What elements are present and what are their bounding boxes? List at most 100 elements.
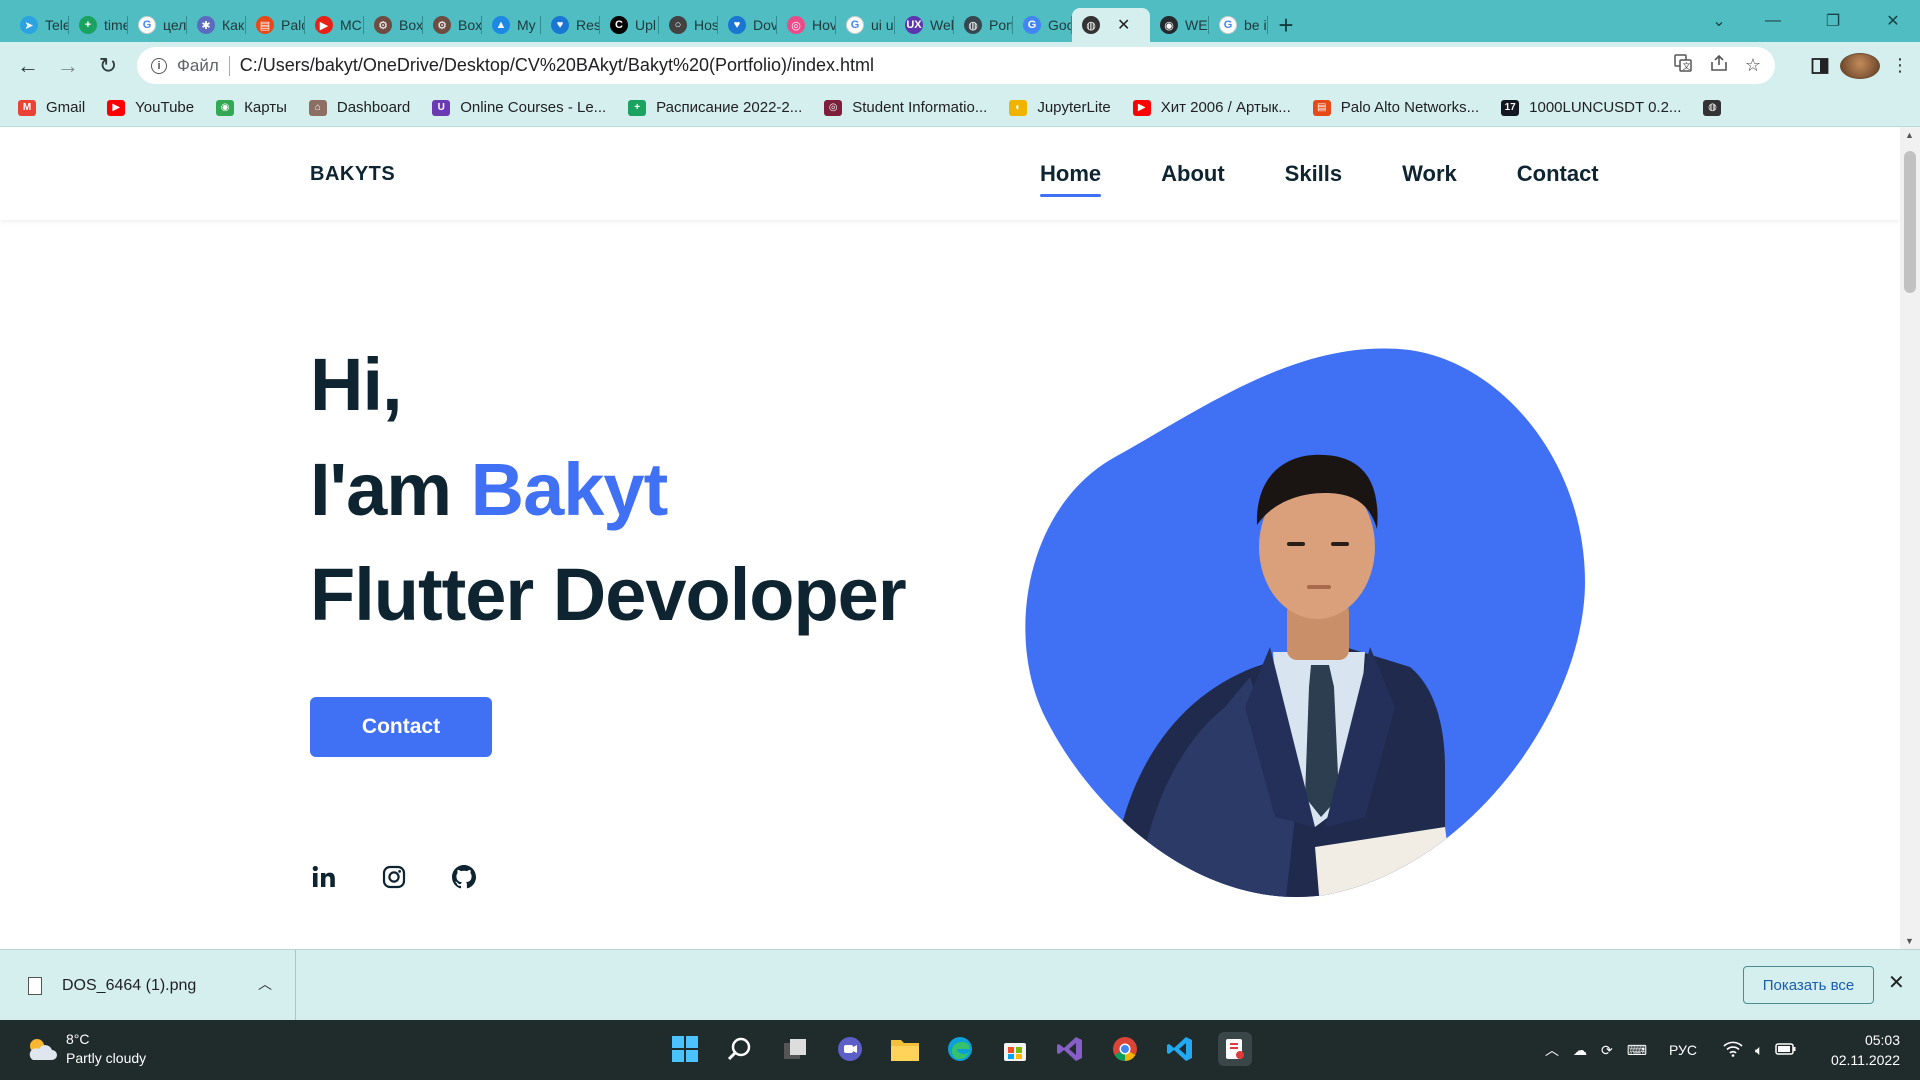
bookmark-label: YouTube: [135, 99, 195, 116]
reload-button[interactable]: ↻: [88, 46, 128, 86]
vscode-icon[interactable]: [1163, 1032, 1197, 1066]
browser-tab[interactable]: ◉ WEI: [1150, 8, 1209, 42]
browser-tab[interactable]: ⚙ Box: [364, 8, 423, 42]
close-tab-icon[interactable]: ✕: [1117, 15, 1130, 35]
tab-search-icon[interactable]: ⌄: [1696, 0, 1742, 42]
tab-title: Tele: [45, 17, 69, 33]
bookmark-label: Хит 2006 / Артык...: [1160, 99, 1291, 116]
nav-work[interactable]: Work: [1402, 161, 1457, 195]
tab-favicon-icon: ⚙: [433, 16, 451, 34]
weather-widget[interactable]: 8°C Partly cloudy: [24, 1030, 146, 1068]
browser-tab[interactable]: ➤ Tele: [10, 8, 69, 42]
scroll-up-icon[interactable]: ▲: [1905, 130, 1914, 140]
site-brand[interactable]: BAKYTS: [310, 163, 395, 186]
sync-icon[interactable]: ⟳: [1601, 1042, 1613, 1059]
share-icon[interactable]: [1709, 53, 1729, 78]
clock[interactable]: 05:03 02.11.2022: [1831, 1030, 1900, 1070]
volume-icon[interactable]: 🔈︎: [1755, 1042, 1763, 1059]
tray-overflow-icon[interactable]: ︿: [1545, 1040, 1559, 1060]
store-icon[interactable]: [998, 1032, 1032, 1066]
snipping-tool-icon[interactable]: [1218, 1032, 1252, 1066]
back-button[interactable]: ←: [8, 46, 48, 86]
address-url[interactable]: C:/Users/bakyt/OneDrive/Desktop/CV%20BAk…: [240, 55, 874, 76]
bookmark-star-icon[interactable]: ☆: [1745, 55, 1761, 76]
download-item[interactable]: DOS_6464 (1).png: [0, 950, 296, 1021]
wifi-icon[interactable]: [1723, 1041, 1743, 1060]
show-all-downloads-button[interactable]: Показать все: [1743, 966, 1874, 1004]
translate-icon[interactable]: 文: [1673, 53, 1693, 78]
bookmark-item[interactable]: ◍: [1703, 99, 1731, 116]
browser-tab[interactable]: ✱ Как: [187, 8, 246, 42]
browser-tab[interactable]: UX Wel: [895, 8, 954, 42]
bookmark-item[interactable]: ◉ Карты: [216, 99, 287, 116]
contact-button[interactable]: Contact: [310, 697, 492, 757]
browser-tab[interactable]: ◎ Hov: [777, 8, 836, 42]
browser-tab[interactable]: ▲ My: [482, 8, 541, 42]
search-icon[interactable]: [723, 1032, 757, 1066]
edge-icon[interactable]: [943, 1032, 977, 1066]
maximize-button[interactable]: ❐: [1810, 0, 1856, 42]
forward-button[interactable]: →: [48, 46, 88, 86]
browser-tab[interactable]: ♥ Dov: [718, 8, 777, 42]
file-explorer-icon[interactable]: [888, 1032, 922, 1066]
task-view-icon[interactable]: [778, 1032, 812, 1066]
page-scrollbar[interactable]: ▲ ▼: [1900, 127, 1920, 949]
close-download-bar-button[interactable]: ✕: [1888, 970, 1905, 995]
chrome-icon[interactable]: [1108, 1032, 1142, 1066]
bookmark-label: Dashboard: [336, 99, 411, 116]
onedrive-icon[interactable]: ☁: [1573, 1042, 1587, 1059]
start-button[interactable]: [668, 1032, 702, 1066]
github-icon[interactable]: [450, 863, 478, 891]
browser-tab[interactable]: ◍ Port: [954, 8, 1013, 42]
battery-icon[interactable]: [1775, 1042, 1797, 1059]
bookmark-item[interactable]: ◎ Student Informatio...: [824, 99, 987, 116]
browser-tab[interactable]: Gцел: [128, 8, 187, 42]
side-panel-icon[interactable]: [1800, 57, 1840, 75]
browser-tab[interactable]: Gui u: [836, 8, 895, 42]
nav-home[interactable]: Home: [1040, 161, 1102, 197]
tab-title: Box: [399, 17, 423, 33]
bookmark-item[interactable]: M Gmail: [18, 99, 85, 116]
linkedin-icon[interactable]: [310, 863, 338, 891]
bookmark-item[interactable]: ▤ Palo Alto Networks...: [1312, 99, 1479, 116]
bookmark-item[interactable]: ⌂ Dashboard: [308, 99, 411, 116]
close-window-button[interactable]: ✕: [1870, 0, 1916, 42]
browser-tab[interactable]: ▤ Palo: [246, 8, 305, 42]
hero-name: Bakyt: [470, 448, 669, 531]
browser-tab[interactable]: C Upl: [600, 8, 659, 42]
bookmark-item[interactable]: + Расписание 2022-2...: [628, 99, 802, 116]
bookmark-item[interactable]: ▶ YouTube: [107, 99, 194, 116]
nav-about[interactable]: About: [1161, 161, 1225, 195]
scrollbar-thumb[interactable]: [1904, 151, 1916, 293]
tab-favicon-icon: ◉: [1160, 16, 1178, 34]
browser-tab[interactable]: ♥ Res: [541, 8, 600, 42]
chevron-up-icon[interactable]: ︿: [258, 974, 272, 994]
address-bar[interactable]: i Файл C:/Users/bakyt/OneDrive/Desktop/C…: [137, 47, 1775, 84]
chat-icon[interactable]: [833, 1032, 867, 1066]
profile-avatar[interactable]: [1840, 52, 1880, 79]
site-header: BAKYTS Home About Skills Work Contact: [0, 127, 1900, 220]
keyboard-icon[interactable]: ⌨: [1627, 1042, 1647, 1059]
bookmark-item[interactable]: ◐ JupyterLite: [1009, 99, 1111, 116]
browser-tab-active[interactable]: ◍ ✕: [1072, 8, 1150, 42]
nav-skills[interactable]: Skills: [1285, 161, 1342, 195]
nav-contact[interactable]: Contact: [1517, 161, 1599, 195]
minimize-button[interactable]: —: [1750, 0, 1796, 42]
browser-tab[interactable]: ⚙ Box: [423, 8, 482, 42]
menu-kebab-icon[interactable]: ⋮: [1880, 55, 1920, 76]
instagram-icon[interactable]: [380, 863, 408, 891]
browser-tab[interactable]: ▶ MC: [305, 8, 364, 42]
scroll-down-icon[interactable]: ▼: [1905, 936, 1914, 946]
download-filename[interactable]: DOS_6464 (1).png: [62, 977, 196, 995]
browser-tab[interactable]: Gbe i: [1209, 8, 1268, 42]
bookmark-item[interactable]: ▶ Хит 2006 / Артык...: [1132, 99, 1291, 116]
browser-tab[interactable]: G Goo: [1013, 8, 1072, 42]
site-info-icon[interactable]: i: [151, 57, 167, 74]
bookmark-item[interactable]: U Online Courses - Le...: [432, 99, 606, 116]
language-indicator[interactable]: РУС: [1669, 1042, 1697, 1058]
bookmark-item[interactable]: 17 1000LUNCUSDT 0.2...: [1501, 99, 1681, 116]
visual-studio-icon[interactable]: [1053, 1032, 1087, 1066]
browser-tab[interactable]: + time: [69, 8, 128, 42]
browser-tab[interactable]: ○ Hos: [659, 8, 718, 42]
new-tab-button[interactable]: +: [1268, 8, 1304, 42]
